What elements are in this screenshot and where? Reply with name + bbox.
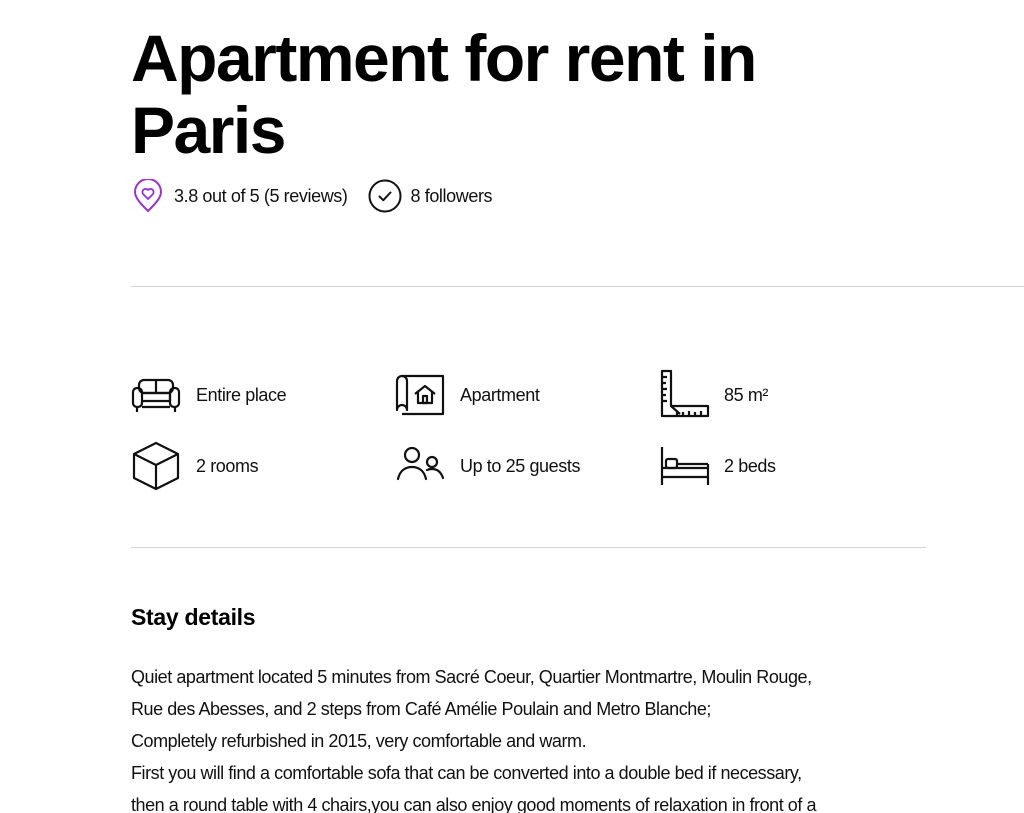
ruler-icon [658, 369, 710, 421]
listing-page: Apartment for rent in Paris 3.8 out of 5… [0, 0, 1024, 813]
feature-label: 2 beds [724, 455, 776, 476]
cube-icon [130, 440, 182, 492]
divider [131, 547, 926, 548]
page-title: Apartment for rent in Paris [131, 21, 757, 167]
feature-beds: 2 beds [658, 440, 776, 492]
description-line: Completely refurbished in 2015, very com… [131, 731, 587, 751]
check-circle-icon [368, 179, 402, 213]
feature-label: 85 m² [724, 384, 769, 405]
divider [131, 286, 1024, 287]
feature-rooms: 2 rooms [130, 440, 259, 492]
description-line: then a round table with 4 chairs,you can… [131, 795, 817, 813]
feature-apartment: Apartment [394, 369, 540, 421]
followers-text: 8 followers [410, 185, 493, 206]
feature-label: Entire place [196, 384, 287, 405]
description-line: Rue des Abesses, and 2 steps from Café A… [131, 699, 711, 719]
stay-details-heading: Stay details [131, 604, 256, 630]
stay-details-description: Quiet apartment located 5 minutes from S… [131, 661, 931, 813]
rating-text: 3.8 out of 5 (5 reviews) [174, 185, 348, 206]
followers-link[interactable]: 8 followers [368, 179, 493, 213]
rating-link[interactable]: 3.8 out of 5 (5 reviews) [131, 179, 348, 213]
feature-area: 85 m² [658, 369, 768, 421]
floor-plan-icon [394, 369, 446, 421]
sofa-icon [130, 369, 182, 421]
bed-icon [658, 440, 710, 492]
feature-label: 2 rooms [196, 455, 259, 476]
feature-label: Apartment [460, 384, 540, 405]
listing-meta: 3.8 out of 5 (5 reviews) 8 followers [131, 178, 493, 214]
description-line: First you will find a comfortable sofa t… [131, 763, 802, 783]
description-line: Quiet apartment located 5 minutes from S… [131, 667, 812, 687]
guests-icon [394, 440, 446, 492]
heart-pin-icon [131, 179, 165, 213]
feature-entire-place: Entire place [130, 369, 287, 421]
feature-label: Up to 25 guests [460, 455, 581, 476]
feature-guests: Up to 25 guests [394, 440, 580, 492]
